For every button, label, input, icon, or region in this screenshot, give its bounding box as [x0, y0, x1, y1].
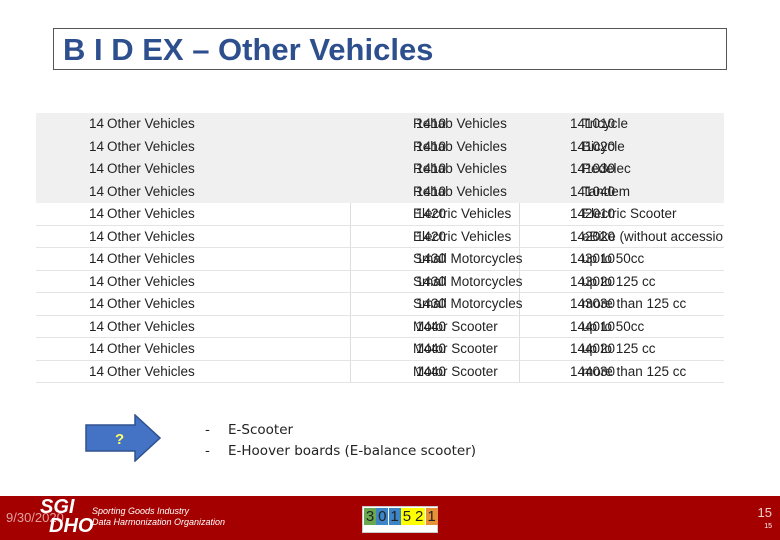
table-cell: 14: [88, 251, 104, 266]
logo-digit: 1: [388, 508, 401, 525]
table-row: 14 Other Vehicles 1430 Small Motorcycles 143…: [36, 270, 724, 293]
table-cell: 14: [88, 341, 104, 356]
table-cell: 14: [88, 206, 104, 221]
table-cell: 14: [88, 363, 104, 379]
table-cell: more than 125 cc: [582, 296, 687, 311]
table-cell: Bicycle: [582, 138, 625, 154]
table-cell: 14: [88, 296, 104, 311]
bullet-item: - E-Scooter: [205, 422, 294, 438]
table-row: 14 Other Vehicles 1410 Rehab Vehicles 141030…: [36, 158, 724, 181]
table-cell: 14: [88, 116, 104, 131]
table-cell: 14: [88, 228, 104, 244]
table-cell: Motor Scooter: [413, 318, 498, 334]
table-cell: eBike (without accessio: [582, 228, 724, 244]
table-cell: Other Vehicles: [107, 296, 195, 311]
right-arrow-icon: ?: [85, 414, 161, 462]
table-cell: 14: [88, 273, 104, 289]
page-number: 15 15: [757, 505, 772, 531]
table-cell: Electric Vehicles: [413, 206, 512, 221]
table-cell: up to 125 cc: [582, 341, 656, 356]
table-cell: Electric Scooter: [582, 206, 677, 221]
footer: 9/30/2020 SGI DHO Sporting Goods Industry…: [0, 496, 780, 540]
table-cell: Other Vehicles: [107, 251, 195, 266]
table-cell: 14: [88, 183, 104, 199]
table-cell: Other Vehicles: [107, 138, 195, 154]
arrow-label: ?: [115, 431, 124, 448]
table-cell: Rehab Vehicles: [413, 138, 507, 154]
table-cell: Rehab Vehicles: [413, 116, 507, 131]
301521-logo: 301521: [362, 506, 438, 533]
logo-digit: 0: [376, 508, 389, 525]
table-cell: Motor Scooter: [413, 363, 498, 379]
table-cell: 14: [88, 318, 104, 334]
table-row: 14 Other Vehicles 1420 Electric Vehicles 142…: [36, 203, 724, 226]
logo-digit: 5: [400, 508, 413, 525]
table-cell: Pedelec: [582, 161, 631, 176]
org-name: Sporting Goods Industry Data Harmonizatio…: [92, 506, 226, 527]
logo-digit: 2: [413, 508, 426, 525]
table-cell: Other Vehicles: [107, 318, 195, 334]
table-cell: Tandem: [582, 183, 631, 199]
table-cell: Other Vehicles: [107, 206, 195, 221]
sgi-dho-logo: SGI DHO: [40, 496, 94, 537]
table-cell: Other Vehicles: [107, 363, 195, 379]
table-row: 14 Other Vehicles 1440 Motor Scooter 144010 u…: [36, 315, 724, 338]
bullet-item: - E-Hoover boards (E-balance scooter): [205, 443, 477, 459]
table-cell: Small Motorcycles: [413, 296, 523, 311]
logo-digit: 3: [364, 508, 376, 525]
title-box: B I D EX – Other Vehicles: [53, 28, 727, 70]
data-table: 14 Other Vehicles 1410 Rehab Vehicles 141010…: [36, 113, 724, 383]
table-cell: Small Motorcycles: [413, 273, 523, 289]
table-cell: Tricycle: [582, 116, 628, 131]
table-row: 14 Other Vehicles 1420 Electric Vehicles 142…: [36, 225, 724, 248]
table-cell: Rehab Vehicles: [413, 183, 507, 199]
table-row: 14 Other Vehicles 1440 Motor Scooter 144020 u…: [36, 338, 724, 361]
table-row: 14 Other Vehicles 1430 Small Motorcycles 143…: [36, 248, 724, 271]
table-cell: up to 125 cc: [582, 273, 656, 289]
table-row: 14 Other Vehicles 1410 Rehab Vehicles 141020…: [36, 135, 724, 158]
table-cell: 14: [88, 161, 104, 176]
table-cell: Electric Vehicles: [413, 228, 512, 244]
table-cell: Other Vehicles: [107, 228, 195, 244]
table-cell: Other Vehicles: [107, 183, 195, 199]
bullet-list: - E-Scooter - E-Hoover boards (E-balance s…: [205, 420, 476, 462]
table-cell: up to 50cc: [582, 318, 645, 334]
table-row: 14 Other Vehicles 1440 Motor Scooter 144030 m…: [36, 360, 724, 383]
logo-digit: 1: [425, 508, 438, 525]
table-cell: Small Motorcycles: [413, 251, 523, 266]
table-cell: Rehab Vehicles: [413, 161, 507, 176]
table-row: 14 Other Vehicles 1410 Rehab Vehicles 141040…: [36, 180, 724, 203]
table-row: 14 Other Vehicles 1410 Rehab Vehicles 141010…: [36, 113, 724, 136]
table-cell: Other Vehicles: [107, 341, 195, 356]
table-cell: Other Vehicles: [107, 116, 195, 131]
table-cell: Other Vehicles: [107, 273, 195, 289]
table-cell: more than 125 cc: [582, 363, 687, 379]
table-cell: Other Vehicles: [107, 161, 195, 176]
table-cell: Motor Scooter: [413, 341, 498, 356]
table-cell: up to 50cc: [582, 251, 645, 266]
page-title: B I D EX – Other Vehicles: [63, 32, 434, 67]
table-cell: 14: [88, 138, 104, 154]
table-row: 14 Other Vehicles 1430 Small Motorcycles 143…: [36, 293, 724, 316]
